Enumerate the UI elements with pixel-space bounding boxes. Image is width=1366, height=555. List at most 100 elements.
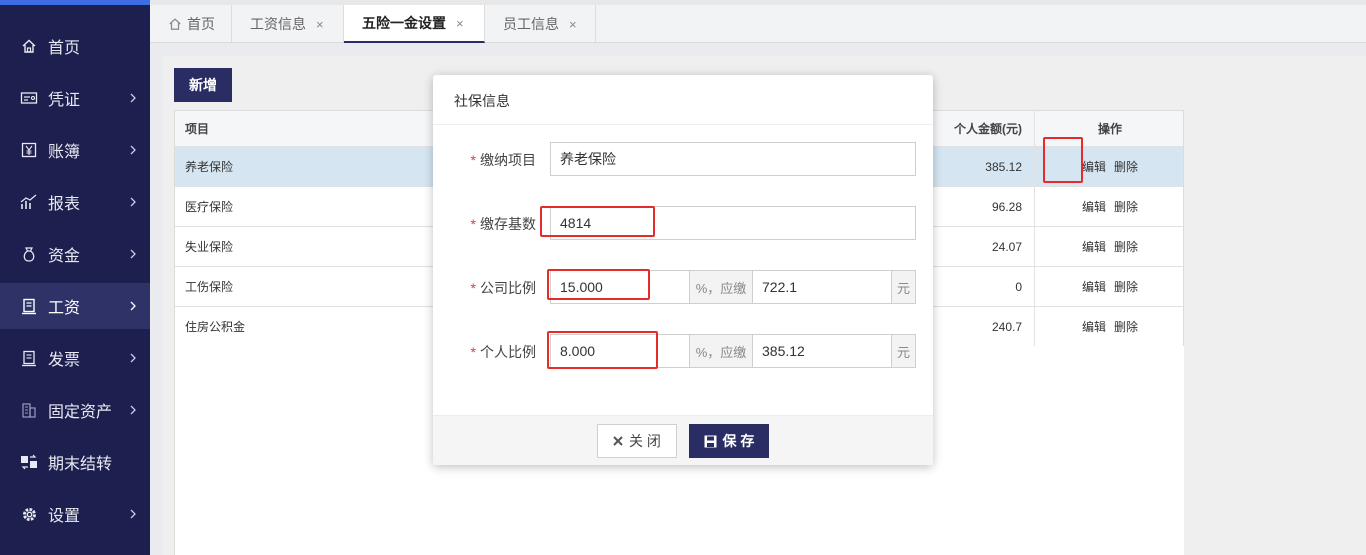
tab-employee-info[interactable]: 员工信息 × — [485, 5, 596, 43]
delete-link[interactable]: 删除 — [1114, 318, 1138, 335]
row-item: 工伤保险 — [185, 280, 234, 294]
required-mark: * — [470, 280, 476, 296]
tab-home[interactable]: 首页 — [150, 5, 232, 43]
personal-amount-input[interactable]: 385.12 — [752, 334, 892, 368]
personal-ratio-input[interactable]: 8.000 — [550, 334, 690, 368]
close-icon — [613, 436, 623, 446]
sidebar-item-period-end[interactable]: 期末结转 — [0, 439, 150, 485]
sidebar-item-ledger[interactable]: 账簿 — [0, 127, 150, 173]
home-icon — [20, 37, 38, 55]
required-mark: * — [470, 152, 476, 168]
row-amount: 96.28 — [935, 187, 1035, 226]
floppy-disk-icon — [704, 435, 717, 447]
company-amount-unit: 元 — [891, 270, 916, 304]
delete-link[interactable]: 删除 — [1114, 198, 1138, 215]
sidebar-item-label: 资金 — [48, 248, 81, 265]
edit-link[interactable]: 编辑 — [1082, 238, 1106, 255]
delete-link[interactable]: 删除 — [1114, 238, 1138, 255]
chevron-right-icon — [130, 93, 136, 103]
edit-link[interactable]: 编辑 — [1082, 278, 1106, 295]
sidebar-item-label: 期末结转 — [48, 456, 113, 473]
edit-link[interactable]: 编辑 — [1082, 198, 1106, 215]
row-amount: 240.7 — [935, 307, 1035, 346]
required-mark: * — [470, 216, 476, 232]
header-item: 项目 — [185, 122, 210, 136]
home-icon — [169, 18, 181, 30]
building-icon — [20, 401, 38, 419]
row-item: 失业保险 — [185, 240, 234, 254]
sidebar-item-label: 账簿 — [48, 144, 81, 161]
close-icon[interactable]: × — [456, 16, 464, 31]
add-button[interactable]: 新增 — [174, 68, 232, 102]
row-item: 住房公积金 — [185, 320, 246, 334]
sidebar-item-reports[interactable]: 报表 — [0, 179, 150, 225]
sidebar-item-invoice[interactable]: 发票 — [0, 335, 150, 381]
sidebar-item-settings[interactable]: 设置 — [0, 491, 150, 537]
sidebar-item-label: 首页 — [48, 40, 81, 57]
chevron-right-icon — [130, 145, 136, 155]
row-ops: 编辑 删除 — [1035, 307, 1185, 346]
header-personal-amount: 个人金额(元) — [935, 111, 1035, 146]
row-amount: 24.07 — [935, 227, 1035, 266]
sidebar-item-label: 固定资产 — [48, 404, 113, 421]
required-mark: * — [470, 344, 476, 360]
edit-link[interactable]: 编辑 — [1082, 158, 1106, 175]
sidebar-item-label: 发票 — [48, 352, 81, 369]
tab-label: 工资信息 — [250, 16, 306, 32]
row-item: 养老保险 — [185, 160, 234, 174]
sidebar-topbar — [0, 0, 150, 5]
company-ratio-input[interactable]: 15.000 — [550, 270, 690, 304]
row-amount: 0 — [935, 267, 1035, 306]
dialog-title: 社保信息 — [433, 75, 933, 125]
row-item: 医疗保险 — [185, 200, 234, 214]
delete-link[interactable]: 删除 — [1114, 158, 1138, 175]
sidebar-item-fixed-assets[interactable]: 固定资产 — [0, 387, 150, 433]
close-button[interactable]: 关 闭 — [597, 424, 677, 458]
row-ops: 编辑 删除 — [1035, 267, 1185, 306]
row-ops: 编辑 删除 — [1035, 187, 1185, 226]
base-input[interactable]: 4814 — [550, 206, 916, 240]
chevron-right-icon — [130, 509, 136, 519]
sidebar-item-home[interactable]: 首页 — [0, 23, 150, 69]
yen-icon — [20, 141, 38, 159]
insurance-dialog: 社保信息 * 缴纳项目 养老保险 * 缴存基数 4814 * 公司比例 15.000 … — [433, 75, 933, 465]
delete-link[interactable]: 删除 — [1114, 278, 1138, 295]
company-ratio-suffix: %，应缴 — [689, 270, 753, 304]
chevron-right-icon — [130, 197, 136, 207]
field-label-personal-ratio: * 个人比例 — [470, 344, 536, 360]
field-label-company-ratio: * 公司比例 — [470, 280, 536, 296]
save-button[interactable]: 保 存 — [689, 424, 769, 458]
sidebar-item-label: 报表 — [48, 196, 81, 213]
tab-salary-info[interactable]: 工资信息 × — [232, 5, 344, 43]
row-ops: 编辑 删除 — [1035, 147, 1185, 186]
sidebar-item-funds[interactable]: 资金 — [0, 231, 150, 277]
tab-bar: 首页 工资信息 × 五险一金设置 × 员工信息 × — [150, 0, 1366, 43]
close-icon[interactable]: × — [316, 17, 324, 32]
tab-label: 五险一金设置 — [362, 15, 446, 31]
chevron-right-icon — [130, 249, 136, 259]
company-amount-input[interactable]: 722.1 — [752, 270, 892, 304]
sidebar-item-payroll[interactable]: 工资 — [0, 283, 150, 329]
invoice-icon — [20, 349, 38, 367]
transfer-icon — [20, 453, 38, 471]
chart-icon — [20, 193, 38, 211]
close-icon[interactable]: × — [569, 17, 577, 32]
row-ops: 编辑 删除 — [1035, 227, 1185, 266]
sidebar: 首页 凭证 账簿 报表 资金 工资 发票 固定资产 期末结转 设置 — [0, 0, 150, 555]
field-label-base: * 缴存基数 — [470, 216, 536, 232]
tab-insurance-settings[interactable]: 五险一金设置 × — [344, 5, 485, 43]
sidebar-item-voucher[interactable]: 凭证 — [0, 75, 150, 121]
personal-amount-unit: 元 — [891, 334, 916, 368]
tab-label: 员工信息 — [503, 16, 559, 32]
chevron-right-icon — [130, 353, 136, 363]
sidebar-item-label: 设置 — [48, 508, 81, 525]
item-input[interactable]: 养老保险 — [550, 142, 916, 176]
close-button-label: 关 闭 — [629, 433, 661, 449]
voucher-icon — [20, 89, 38, 107]
chevron-right-icon — [130, 301, 136, 311]
tab-label: 首页 — [187, 16, 215, 32]
edit-link[interactable]: 编辑 — [1082, 318, 1106, 335]
payroll-icon — [20, 297, 38, 315]
sidebar-item-label: 工资 — [48, 300, 81, 317]
save-button-label: 保 存 — [722, 433, 755, 449]
